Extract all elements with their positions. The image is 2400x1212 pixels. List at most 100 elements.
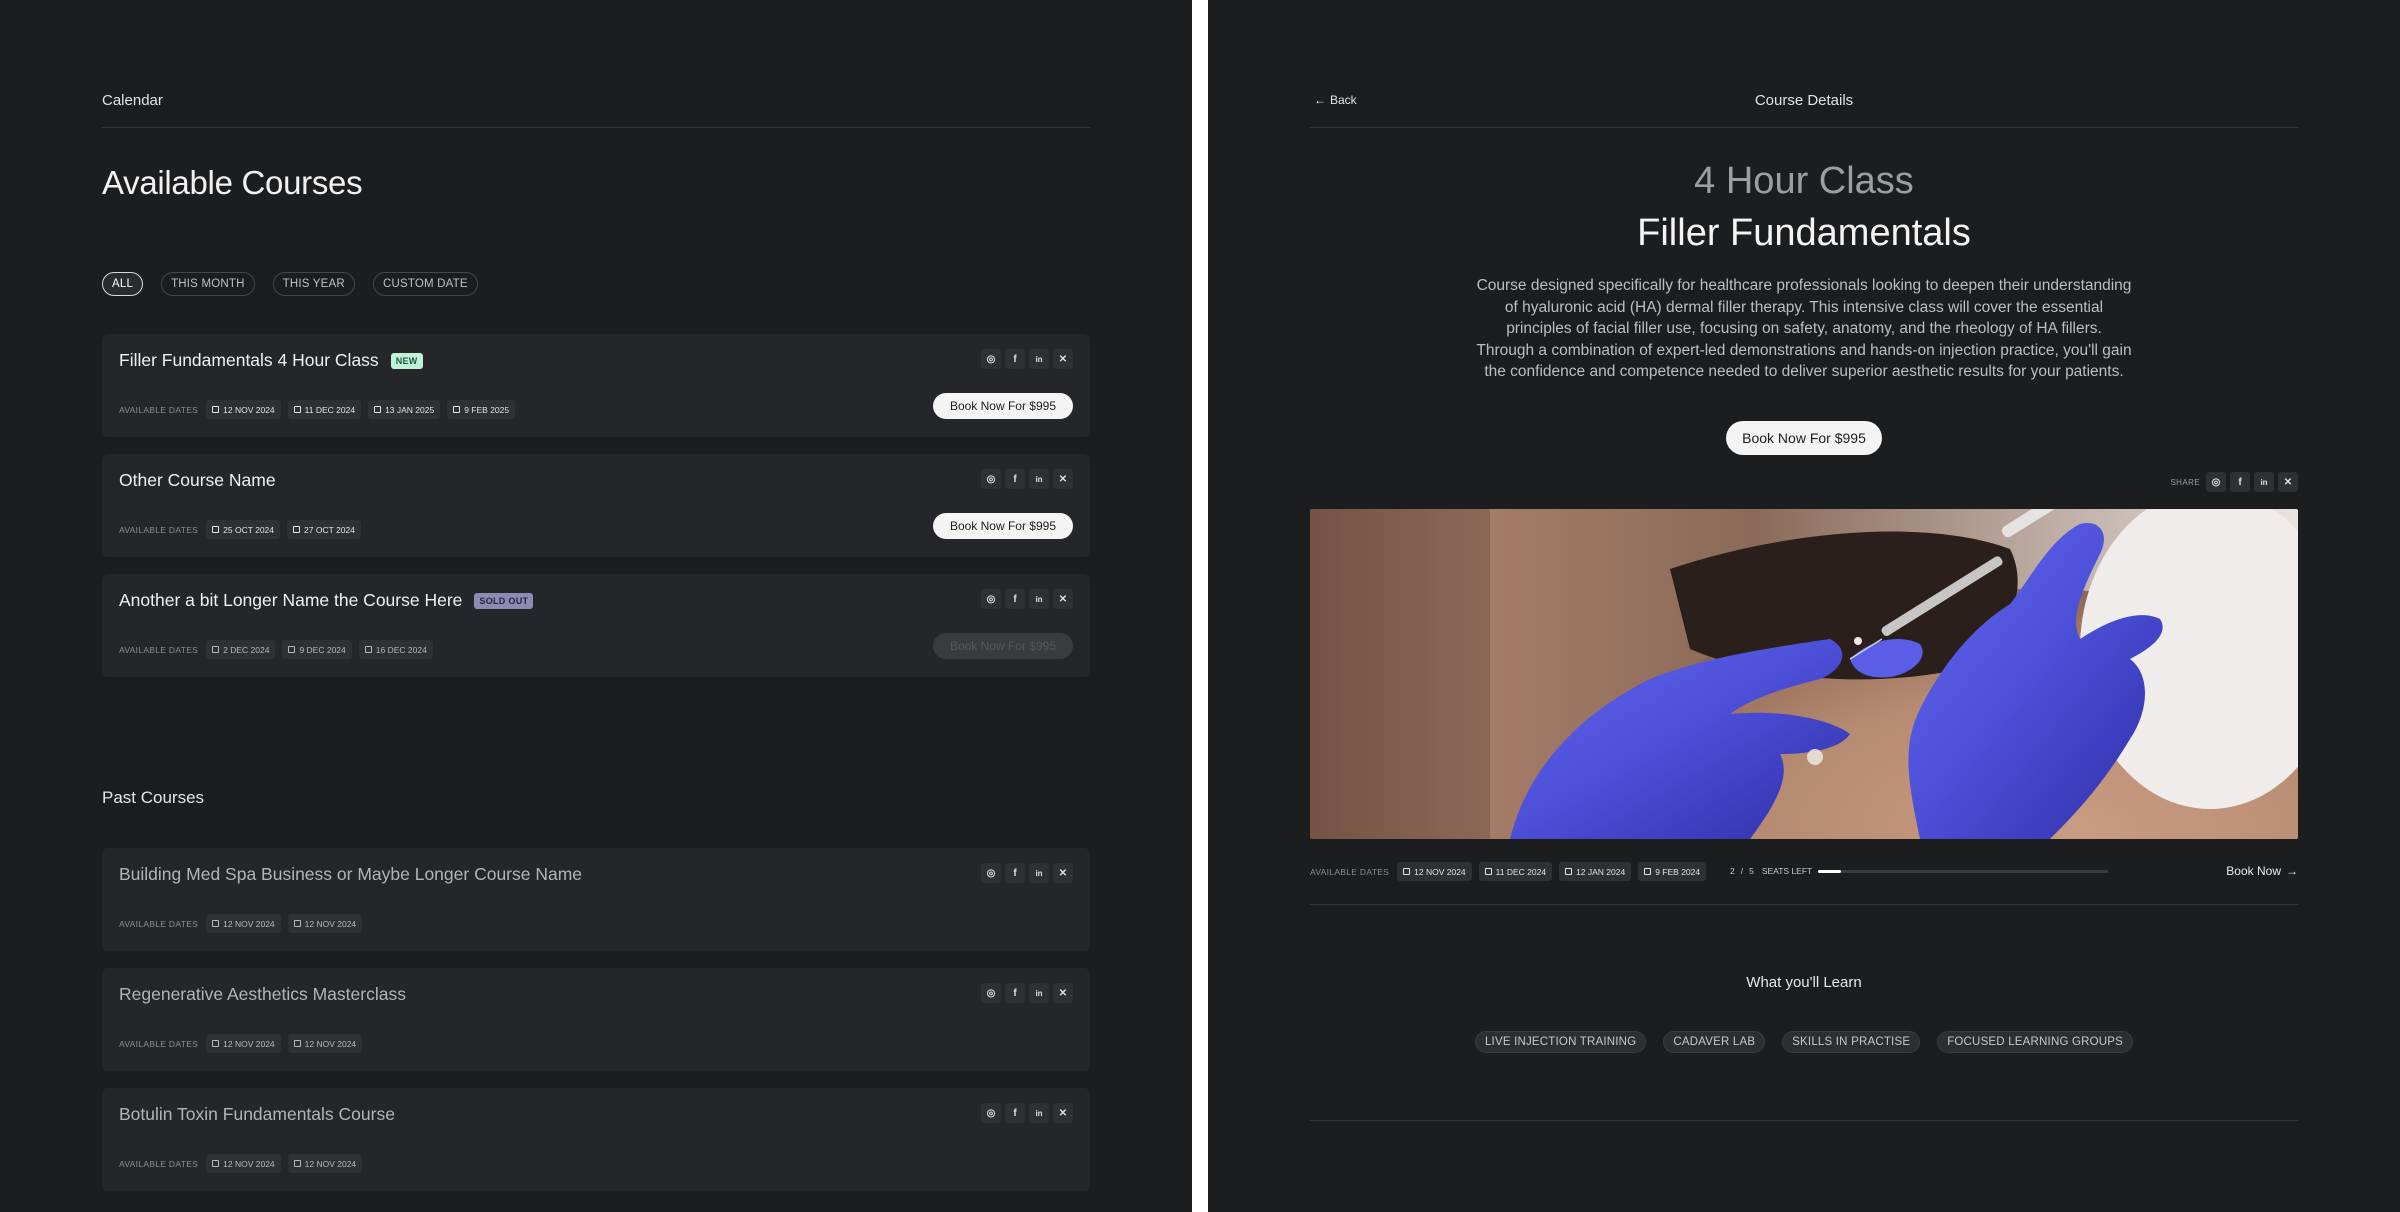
course-name: Building Med Spa Business or Maybe Longe…	[119, 864, 583, 884]
date-chip[interactable]: 16 DEC 2024	[358, 640, 433, 659]
course-title-row: Building Med Spa Business or Maybe Longe…	[119, 864, 582, 885]
course-card[interactable]: Filler Fundamentals 4 Hour Class NEW ◎ f…	[102, 334, 1090, 437]
facebook-icon[interactable]: f	[1005, 1103, 1025, 1123]
filter-custom-date[interactable]: CUSTOM DATE	[372, 272, 478, 296]
date-chip[interactable]: 25 OCT 2024	[206, 520, 281, 539]
date-chip[interactable]: 27 OCT 2024	[287, 520, 361, 539]
share-icons: ◎ f in ✕	[2206, 472, 2298, 492]
linkedin-icon[interactable]: in	[1029, 349, 1049, 369]
facebook-icon[interactable]: f	[1005, 589, 1025, 609]
calendar-icon	[364, 646, 372, 653]
linkedin-icon[interactable]: in	[2254, 472, 2274, 492]
book-now-button[interactable]: Book Now For $995	[1726, 421, 1882, 455]
footer-divider	[1310, 1120, 2298, 1121]
filter-all[interactable]: ALL	[102, 272, 144, 296]
linkedin-icon[interactable]: in	[1029, 469, 1049, 489]
available-dates: AVAILABLE DATES 2 DEC 2024 9 DEC 2024 16…	[119, 640, 433, 659]
page-title: Available Courses	[102, 164, 363, 201]
date-chip[interactable]: 11 DEC 2024	[1478, 862, 1553, 881]
available-dates: AVAILABLE DATES 12 NOV 2024 11 DEC 2024 …	[119, 400, 516, 419]
x-icon[interactable]: ✕	[1053, 349, 1073, 369]
instagram-icon[interactable]: ◎	[981, 589, 1001, 609]
instagram-icon[interactable]: ◎	[2206, 472, 2226, 492]
header-divider	[102, 127, 1090, 128]
calendar-icon	[453, 406, 461, 413]
available-dates-label: AVAILABLE DATES	[119, 918, 199, 929]
instagram-icon[interactable]: ◎	[981, 469, 1001, 489]
course-name: Filler Fundamentals 4 Hour Class	[119, 350, 379, 370]
facebook-icon[interactable]: f	[1005, 983, 1025, 1003]
instagram-icon[interactable]: ◎	[981, 349, 1001, 369]
book-now-button[interactable]: Book Now For $995	[932, 393, 1073, 419]
calendar-icon	[212, 406, 220, 413]
calendar-icon	[374, 406, 382, 413]
available-dates: AVAILABLE DATES 12 NOV 2024 11 DEC 2024 …	[1310, 862, 1707, 881]
learning-tag: FOCUSED LEARNING GROUPS	[1937, 1031, 2134, 1053]
calendar-icon	[293, 406, 301, 413]
calendar-icon	[293, 526, 301, 533]
date-chip[interactable]: 9 FEB 2024	[1638, 862, 1707, 881]
past-courses-heading: Past Courses	[102, 788, 205, 807]
seats-total: 5	[1749, 866, 1754, 876]
book-now-button-disabled: Book Now For $995	[932, 633, 1073, 659]
calendar-icon	[293, 1040, 301, 1047]
seats-taken: 2	[1730, 866, 1735, 876]
filter-this-month[interactable]: THIS MONTH	[161, 272, 255, 296]
course-card[interactable]: Other Course Name ◎ f in ✕ AVAILABLE DAT…	[102, 454, 1090, 557]
x-icon[interactable]: ✕	[1053, 863, 1073, 883]
course-name: Other Course Name	[119, 470, 276, 490]
date-chip: 12 NOV 2024	[287, 1154, 363, 1173]
date-chip[interactable]: 9 DEC 2024	[282, 640, 352, 659]
facebook-icon[interactable]: f	[1005, 863, 1025, 883]
dates-divider	[1310, 904, 2298, 905]
book-now-button[interactable]: Book Now For $995	[932, 513, 1073, 539]
share-icons: ◎ f in ✕	[981, 983, 1073, 1003]
course-hero-image	[1310, 509, 2298, 839]
course-title-row: Another a bit Longer Name the Course Her…	[119, 590, 534, 611]
instagram-icon[interactable]: ◎	[981, 863, 1001, 883]
course-card[interactable]: Another a bit Longer Name the Course Her…	[102, 574, 1090, 677]
linkedin-icon[interactable]: in	[1029, 1103, 1049, 1123]
x-icon[interactable]: ✕	[1053, 1103, 1073, 1123]
seats-progress-fill	[1818, 869, 1842, 873]
seats-separator: /	[1740, 866, 1744, 876]
course-name: Botulin Toxin Fundamentals Course	[119, 1104, 395, 1124]
past-course-card[interactable]: Botulin Toxin Fundamentals Course ◎ f in…	[102, 1088, 1090, 1191]
x-icon[interactable]: ✕	[1053, 589, 1073, 609]
linkedin-icon[interactable]: in	[1029, 863, 1049, 883]
date-chip[interactable]: 12 JAN 2024	[1559, 862, 1632, 881]
facebook-icon[interactable]: f	[1005, 469, 1025, 489]
date-chip: 12 NOV 2024	[206, 1154, 281, 1173]
facebook-icon[interactable]: f	[1005, 349, 1025, 369]
book-now-link[interactable]: Book Now →	[2226, 864, 2298, 878]
linkedin-icon[interactable]: in	[1029, 589, 1049, 609]
course-name: Regenerative Aesthetics Masterclass	[119, 984, 406, 1004]
date-chip: 12 NOV 2024	[287, 914, 363, 933]
facebook-icon[interactable]: f	[2230, 472, 2250, 492]
date-chip: 12 NOV 2024	[206, 1034, 281, 1053]
date-chip[interactable]: 12 NOV 2024	[206, 400, 281, 419]
share-icons: ◎ f in ✕	[981, 589, 1073, 609]
date-chip[interactable]: 12 NOV 2024	[1397, 862, 1472, 881]
learning-tag: LIVE INJECTION TRAINING	[1474, 1031, 1647, 1053]
date-chip[interactable]: 9 FEB 2025	[447, 400, 516, 419]
x-icon[interactable]: ✕	[2278, 472, 2298, 492]
linkedin-icon[interactable]: in	[1029, 983, 1049, 1003]
course-title-row: Filler Fundamentals 4 Hour Class NEW	[119, 350, 423, 371]
instagram-icon[interactable]: ◎	[981, 1103, 1001, 1123]
date-chip: 12 NOV 2024	[287, 1034, 363, 1053]
date-chip[interactable]: 13 JAN 2025	[368, 400, 441, 419]
past-course-card[interactable]: Building Med Spa Business or Maybe Longe…	[102, 848, 1090, 951]
x-icon[interactable]: ✕	[1053, 983, 1073, 1003]
calendar-icon	[212, 920, 220, 927]
filter-this-year[interactable]: THIS YEAR	[272, 272, 355, 296]
date-chip[interactable]: 2 DEC 2024	[206, 640, 276, 659]
available-dates: AVAILABLE DATES 25 OCT 2024 27 OCT 2024	[119, 520, 361, 539]
calendar-icon	[212, 646, 220, 653]
date-chip[interactable]: 11 DEC 2024	[287, 400, 362, 419]
calendar-icon	[1484, 868, 1492, 875]
cta-wrap: Book Now For $995	[1208, 421, 2400, 455]
x-icon[interactable]: ✕	[1053, 469, 1073, 489]
past-course-card[interactable]: Regenerative Aesthetics Masterclass ◎ f …	[102, 968, 1090, 1071]
instagram-icon[interactable]: ◎	[981, 983, 1001, 1003]
